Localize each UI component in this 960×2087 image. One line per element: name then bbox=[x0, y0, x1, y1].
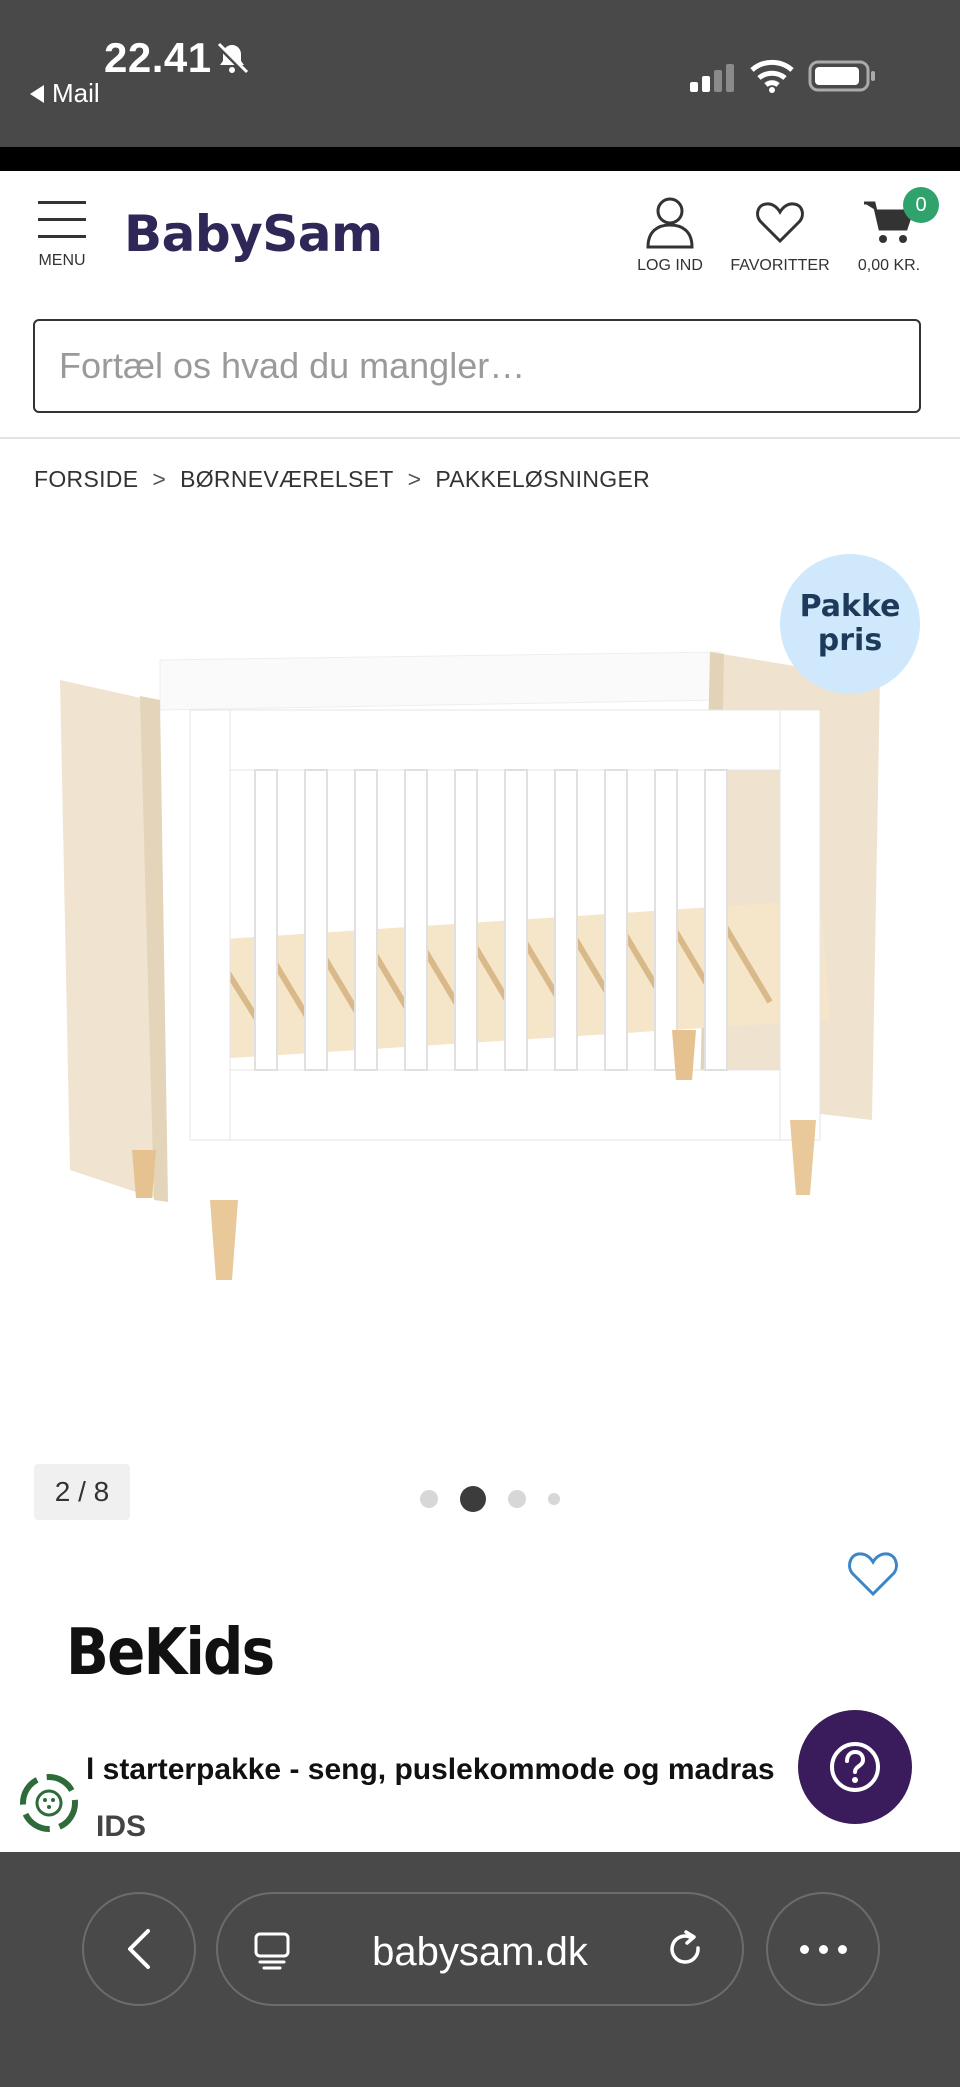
heart-icon bbox=[756, 202, 804, 244]
back-to-app[interactable]: Mail bbox=[30, 78, 100, 109]
badge-line-1: Pakke bbox=[799, 589, 901, 624]
status-bar: 22.41 Mail bbox=[0, 0, 960, 147]
browser-toolbar: babysam.dk bbox=[0, 1852, 960, 2087]
hamburger-icon bbox=[30, 201, 94, 238]
login-label: LOG IND bbox=[637, 257, 703, 274]
address-bar[interactable]: babysam.dk bbox=[216, 1892, 744, 2006]
more-dot bbox=[837, 1944, 847, 1954]
menu-button[interactable]: MENU bbox=[30, 201, 94, 270]
bell-muted-icon bbox=[216, 42, 249, 75]
babysam-logo[interactable]: BabySam bbox=[124, 205, 383, 263]
cart-count-badge: 0 bbox=[903, 187, 939, 223]
pagination-dot[interactable] bbox=[548, 1493, 560, 1505]
more-dot bbox=[799, 1944, 809, 1954]
gallery-pagination[interactable] bbox=[420, 1486, 560, 1512]
black-strip bbox=[0, 147, 960, 171]
breadcrumb-separator: > bbox=[152, 466, 167, 492]
breadcrumb-item-forside[interactable]: FORSIDE bbox=[34, 466, 138, 493]
back-app-label: Mail bbox=[52, 78, 100, 108]
package-price-badge: Pakke pris bbox=[780, 554, 920, 694]
more-dot bbox=[818, 1944, 828, 1954]
login-button[interactable]: LOG IND bbox=[630, 195, 710, 275]
cart-total-label: 0,00 KR. bbox=[857, 257, 921, 274]
menu-label: MENU bbox=[38, 252, 86, 269]
more-options-button[interactable] bbox=[766, 1892, 880, 2006]
header-divider bbox=[0, 437, 960, 439]
chevron-left-icon bbox=[128, 1929, 150, 1969]
pagination-dot-active[interactable] bbox=[460, 1486, 486, 1512]
product-brand-name[interactable]: IDS bbox=[96, 1810, 146, 1844]
back-triangle-icon bbox=[30, 84, 44, 103]
search-field[interactable] bbox=[33, 319, 921, 413]
add-to-favorites-heart-icon[interactable] bbox=[846, 1548, 900, 1598]
breadcrumb-separator: > bbox=[407, 466, 422, 492]
help-button[interactable] bbox=[798, 1710, 912, 1824]
browser-back-button[interactable] bbox=[82, 1892, 196, 2006]
wifi-icon bbox=[750, 59, 794, 93]
image-counter: 2 / 8 bbox=[34, 1464, 130, 1520]
product-title: l starterpakke - seng, puslekommode og m… bbox=[86, 1753, 775, 1786]
cart-button[interactable]: 0 0,00 KR. bbox=[848, 187, 939, 275]
search-input[interactable] bbox=[35, 321, 919, 411]
breadcrumb: FORSIDE > BØRNEVÆRELSET > PAKKELØSNINGER bbox=[34, 466, 650, 493]
signal-icon bbox=[690, 64, 734, 92]
battery-icon bbox=[808, 60, 875, 92]
pagination-dot[interactable] bbox=[508, 1490, 526, 1508]
reload-icon[interactable] bbox=[664, 1928, 708, 1972]
pagination-dot[interactable] bbox=[420, 1490, 438, 1508]
breadcrumb-item-boernevaerelset[interactable]: BØRNEVÆRELSET bbox=[180, 466, 394, 493]
eco-recycle-icon[interactable] bbox=[14, 1768, 84, 1838]
badge-line-2: pris bbox=[817, 623, 883, 658]
product-image-crib[interactable] bbox=[60, 640, 900, 1320]
site-header: MENU BabySam LOG IND FAVORITTER 0 0,00 K… bbox=[0, 171, 960, 311]
favorites-label: FAVORITTER bbox=[730, 257, 830, 274]
breadcrumb-item-pakkeloesninger[interactable]: PAKKELØSNINGER bbox=[435, 466, 650, 493]
favorites-button[interactable]: FAVORITTER bbox=[720, 195, 840, 275]
question-mark-icon bbox=[830, 1742, 880, 1792]
product-gallery[interactable]: Pakke pris bbox=[0, 530, 960, 1420]
status-time: 22.41 bbox=[104, 34, 212, 81]
user-icon bbox=[646, 197, 694, 249]
brand-logo-bekids[interactable]: BeKids bbox=[66, 1616, 275, 1690]
